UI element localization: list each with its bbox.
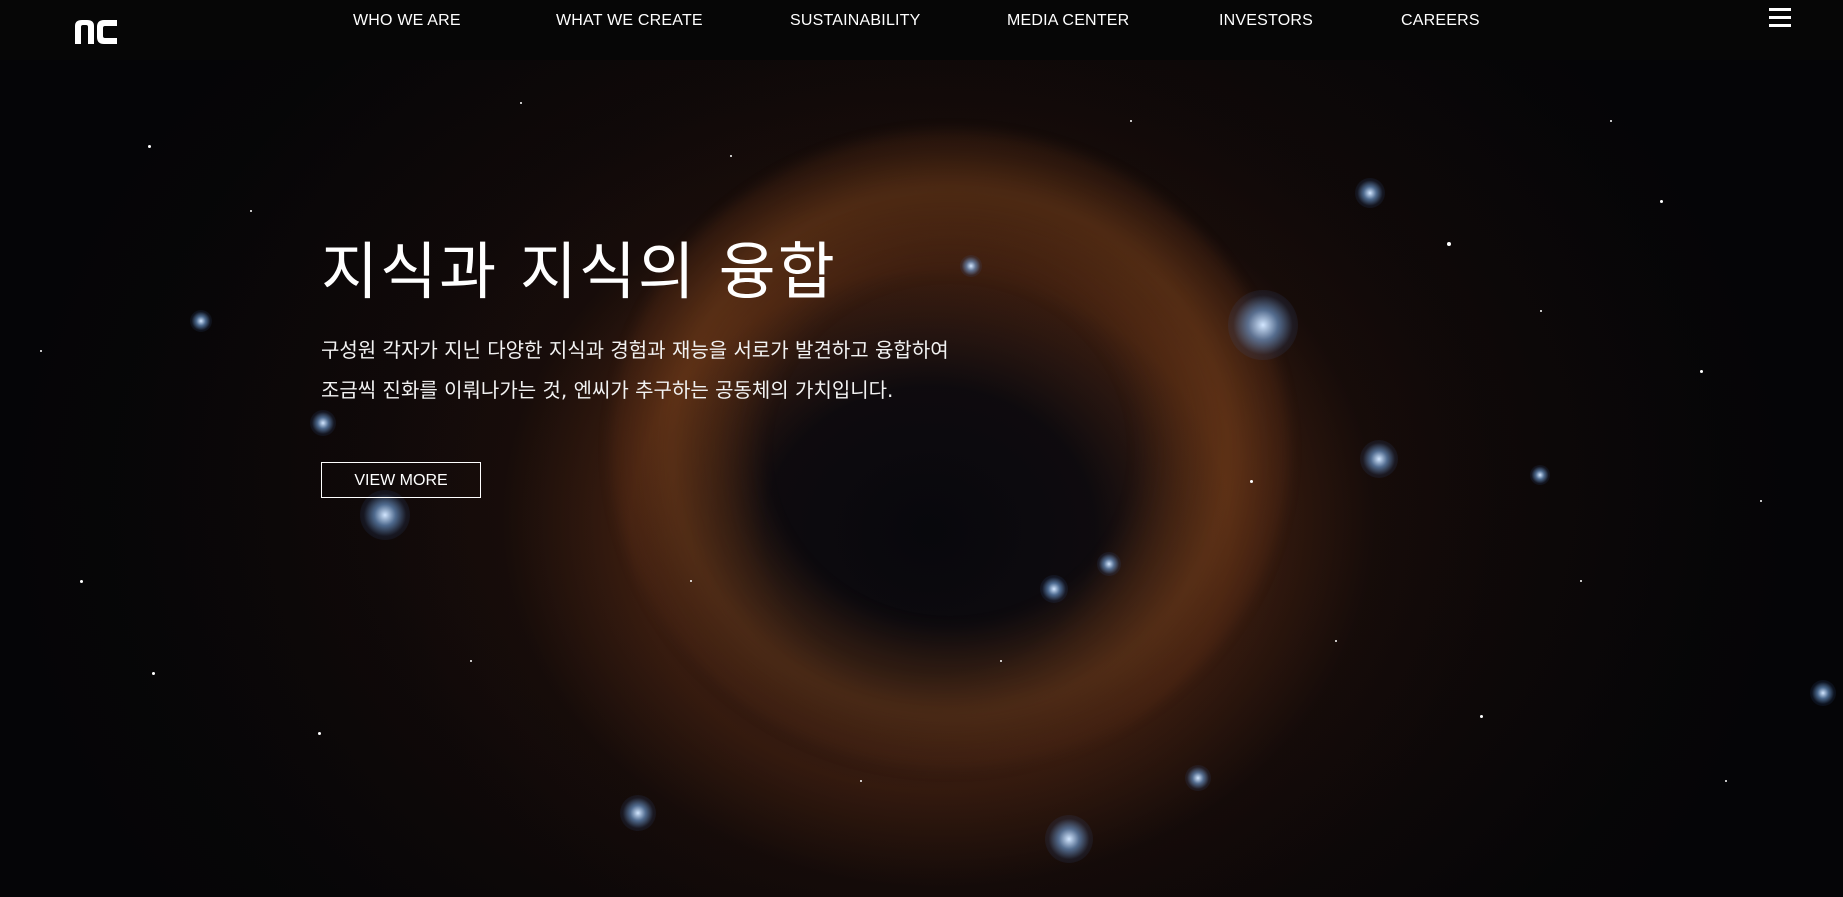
star [318,732,321,735]
star [1045,815,1093,863]
nav-investors[interactable]: INVESTORS [1219,12,1313,30]
menu-icon-bar [1769,8,1791,11]
star [860,780,862,782]
star [1000,660,1002,662]
star [620,795,656,831]
star [1810,680,1836,706]
star [1530,465,1550,485]
star [1447,242,1451,246]
star [1540,310,1542,312]
star [1130,120,1132,122]
star [520,102,522,104]
star [1480,715,1483,718]
star [1228,290,1298,360]
star [1660,200,1663,203]
star [1760,500,1762,502]
star [470,660,472,662]
nav-who-we-are[interactable]: WHO WE ARE [353,12,461,30]
nav-careers[interactable]: CAREERS [1401,12,1480,30]
hero-description-line-1: 구성원 각자가 지닌 다양한 지식과 경험과 재능을 서로가 발견하고 융합하여 [321,338,949,362]
page: WHO WE ARE WHAT WE CREATE SUSTAINABILITY… [0,0,1843,897]
star [1360,440,1398,478]
star [1185,765,1211,791]
star [1725,780,1727,782]
star [690,580,692,582]
star [960,255,982,277]
menu-icon-bar [1769,16,1791,19]
star [40,350,42,352]
menu-icon-bar [1769,24,1791,27]
star [80,580,83,583]
star [1355,178,1385,208]
nav-what-we-create[interactable]: WHAT WE CREATE [556,12,703,30]
hero-description: 구성원 각자가 지닌 다양한 지식과 경험과 재능을 서로가 발견하고 융합하여… [321,330,949,410]
star [190,310,212,332]
main-nav: WHO WE ARE WHAT WE CREATE SUSTAINABILITY… [0,0,1843,44]
star [1335,640,1337,642]
star [1097,552,1121,576]
nav-media-center[interactable]: MEDIA CENTER [1007,12,1129,30]
star [1250,480,1253,483]
hero-section: 지식과 지식의 융합 구성원 각자가 지닌 다양한 지식과 경험과 재능을 서로… [321,232,949,498]
star [1040,575,1068,603]
nav-sustainability[interactable]: SUSTAINABILITY [790,12,921,30]
star [152,672,155,675]
star [1580,580,1582,582]
hero-description-line-2: 조금씩 진화를 이뤄나가는 것, 엔씨가 추구하는 공동체의 가치입니다. [321,378,894,402]
hero-title: 지식과 지식의 융합 [321,235,837,308]
view-more-button[interactable]: VIEW MORE [321,462,481,498]
top-navigation-bar: WHO WE ARE WHAT WE CREATE SUSTAINABILITY… [0,0,1843,60]
star [1610,120,1612,122]
star [148,145,151,148]
star [250,210,252,212]
hamburger-menu-icon[interactable] [1769,8,1791,30]
star [730,155,732,157]
star [1700,370,1703,373]
